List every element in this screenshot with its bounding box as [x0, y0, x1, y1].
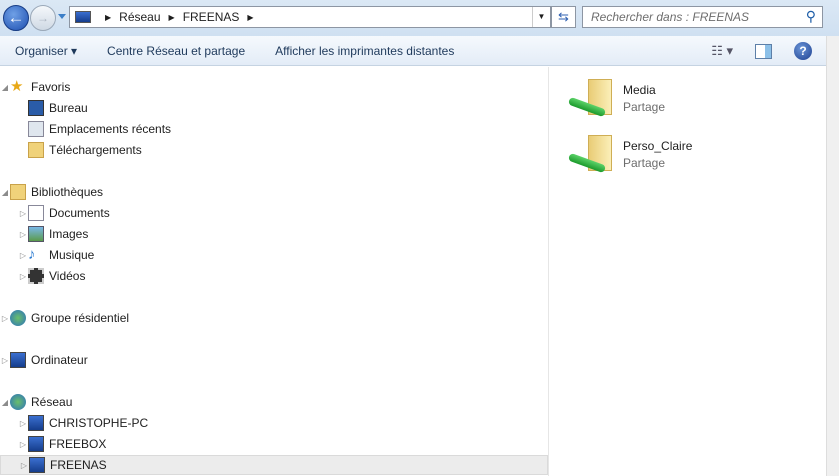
- recent-pages-dropdown[interactable]: [58, 14, 66, 19]
- sidebar-computer[interactable]: ▷ Ordinateur: [0, 350, 548, 370]
- computer-icon: [28, 415, 44, 431]
- computer-icon: [28, 436, 44, 452]
- sidebar-item-freenas[interactable]: ▷ FREENAS: [0, 455, 548, 475]
- sidebar-favorites[interactable]: ◢ ★ Favoris: [0, 77, 548, 97]
- label: Documents: [49, 206, 110, 220]
- network-icon: [75, 11, 91, 23]
- expand-icon[interactable]: ▷: [18, 209, 28, 218]
- label: CHRISTOPHE-PC: [49, 416, 149, 430]
- images-icon: [28, 226, 44, 242]
- expand-icon[interactable]: ▷: [18, 230, 28, 239]
- preview-pane-icon[interactable]: [755, 43, 772, 59]
- label: Groupe résidentiel: [31, 311, 130, 325]
- homegroup-icon: [10, 310, 26, 326]
- label: Bureau: [49, 101, 88, 115]
- desktop-icon: [28, 100, 44, 116]
- label: FREENAS: [50, 458, 107, 472]
- expand-icon[interactable]: ▷: [18, 251, 28, 260]
- command-bar: Organiser ▾ Centre Réseau et partage Aff…: [0, 36, 826, 66]
- shared-folder-icon: [556, 129, 612, 177]
- music-icon: ♪: [28, 246, 36, 263]
- share-item-media[interactable]: Media Partage: [556, 73, 665, 121]
- downloads-icon: [28, 142, 44, 158]
- navigation-pane: ◢ ★ Favoris Bureau Emplacements récents Té…: [0, 67, 549, 476]
- computer-icon: [10, 352, 26, 368]
- view-options-icon[interactable]: ☷ ▾: [711, 43, 733, 59]
- shared-folder-icon: [556, 73, 612, 121]
- label: Ordinateur: [31, 353, 88, 367]
- help-icon[interactable]: ?: [794, 42, 812, 60]
- item-name: Media: [623, 83, 656, 97]
- label: Téléchargements: [49, 143, 142, 157]
- chevron-right-icon: ▶: [105, 12, 112, 22]
- title-bar: ← → ▶ Réseau ▶ FREENAS ▶ ▼ ⇆ Rechercher …: [0, 0, 839, 36]
- search-icon[interactable]: ⚲: [806, 8, 816, 25]
- label: Emplacements récents: [49, 122, 172, 136]
- label: Bibliothèques: [31, 185, 104, 199]
- label: Vidéos: [49, 269, 86, 283]
- label: Musique: [49, 248, 95, 262]
- computer-icon: [29, 457, 45, 473]
- label: Images: [49, 227, 89, 241]
- sidebar-item-music[interactable]: ▷ ♪ Musique: [0, 245, 548, 265]
- documents-icon: [28, 205, 44, 221]
- library-icon: [10, 184, 26, 200]
- forward-button[interactable]: →: [30, 5, 56, 31]
- star-icon: ★: [10, 78, 24, 95]
- chevron-right-icon[interactable]: ▶: [247, 13, 253, 22]
- label: FREEBOX: [49, 437, 107, 451]
- breadcrumb-network[interactable]: Réseau: [119, 10, 160, 24]
- sidebar-item-videos[interactable]: ▷ Vidéos: [0, 266, 548, 286]
- expand-icon[interactable]: ▷: [18, 440, 28, 449]
- search-placeholder: Rechercher dans : FREENAS: [591, 10, 750, 24]
- network-center-button[interactable]: Centre Réseau et partage: [92, 44, 260, 58]
- sidebar-item-downloads[interactable]: Téléchargements: [0, 140, 548, 160]
- recent-places-icon: [28, 121, 44, 137]
- sidebar-item-desktop[interactable]: Bureau: [0, 98, 548, 118]
- expand-icon[interactable]: ▷: [18, 419, 28, 428]
- share-item-perso-claire[interactable]: Perso_Claire Partage: [556, 129, 692, 177]
- sidebar-item-freebox[interactable]: ▷ FREEBOX: [0, 434, 548, 454]
- sidebar-item-recent[interactable]: Emplacements récents: [0, 119, 548, 139]
- sidebar-item-christophe-pc[interactable]: ▷ CHRISTOPHE-PC: [0, 413, 548, 433]
- chevron-right-icon[interactable]: ▶: [169, 13, 175, 22]
- label: Favoris: [31, 80, 71, 94]
- expand-icon[interactable]: ▷: [19, 461, 29, 470]
- expand-icon[interactable]: ◢: [0, 188, 10, 197]
- show-printers-button[interactable]: Afficher les imprimantes distantes: [260, 44, 469, 58]
- item-name: Perso_Claire: [623, 139, 693, 153]
- sidebar-network[interactable]: ◢ Réseau: [0, 392, 548, 412]
- sidebar-libraries[interactable]: ◢ Bibliothèques: [0, 182, 548, 202]
- sidebar-homegroup[interactable]: ▷ Groupe résidentiel: [0, 308, 548, 328]
- organize-button[interactable]: Organiser ▾: [0, 44, 92, 58]
- sidebar-item-documents[interactable]: ▷ Documents: [0, 203, 548, 223]
- item-type: Partage: [623, 100, 666, 114]
- address-bar[interactable]: ▶ Réseau ▶ FREENAS ▶ ▼: [69, 6, 551, 28]
- window-edge: [826, 36, 839, 476]
- expand-icon[interactable]: ▷: [18, 272, 28, 281]
- expand-icon[interactable]: ▷: [0, 356, 10, 365]
- item-type: Partage: [623, 156, 666, 170]
- address-dropdown[interactable]: ▼: [532, 7, 550, 27]
- expand-icon[interactable]: ◢: [0, 398, 10, 407]
- expand-icon[interactable]: ▷: [0, 314, 10, 323]
- back-button[interactable]: ←: [3, 5, 29, 31]
- breadcrumb-freenas[interactable]: FREENAS: [183, 10, 240, 24]
- expand-icon[interactable]: ◢: [0, 83, 10, 92]
- search-input[interactable]: Rechercher dans : FREENAS ⚲: [582, 6, 823, 28]
- label: Réseau: [31, 395, 73, 409]
- refresh-button[interactable]: ⇆: [551, 6, 576, 28]
- sidebar-item-images[interactable]: ▷ Images: [0, 224, 548, 244]
- content-pane: Media Partage Perso_Claire Partage: [550, 67, 826, 476]
- network-globe-icon: [10, 394, 26, 410]
- videos-icon: [28, 268, 44, 284]
